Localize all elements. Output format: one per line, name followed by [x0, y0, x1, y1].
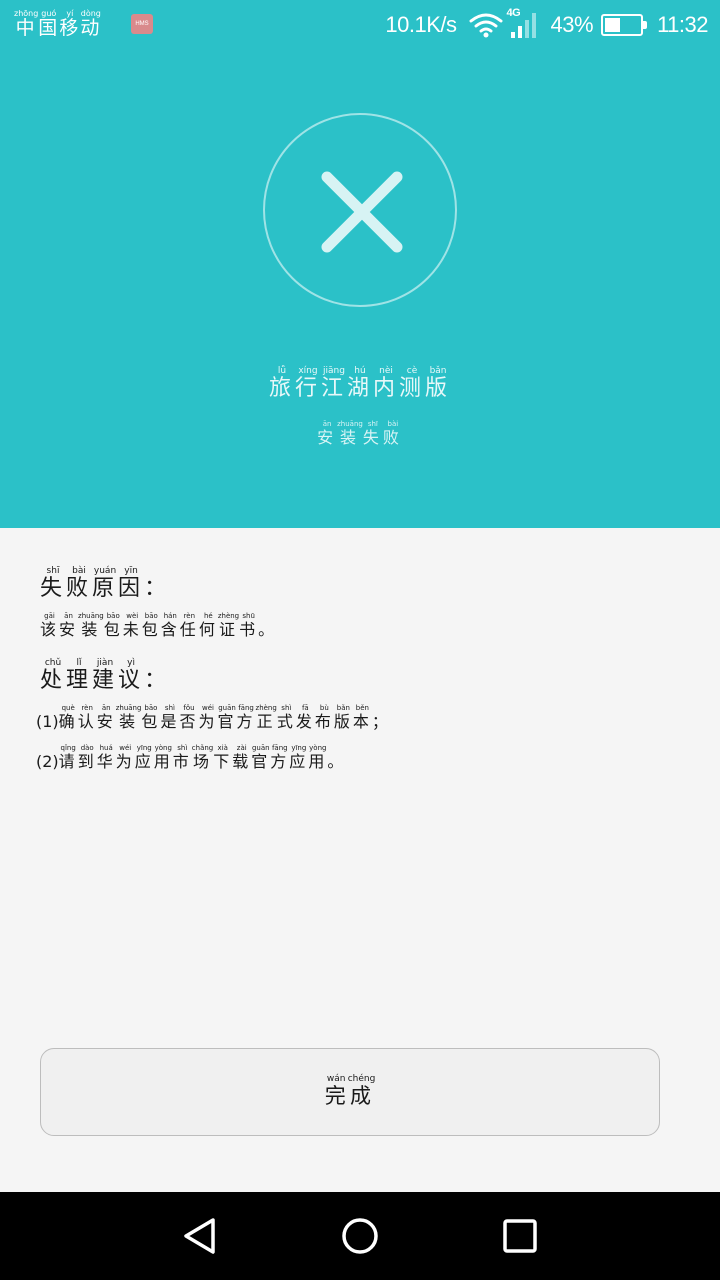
suggestion-title-colon: ： [144, 668, 171, 693]
status-bar: 中zhōng国guó移yí动dòng HMS 10.1K/s 4G 43% 11… [0, 0, 720, 52]
suggestion-item-number: (2) [36, 752, 59, 771]
carrier-name: 中zhōng国guó移yí动dòng [14, 9, 102, 40]
suggestion-item-end: ； [371, 712, 391, 731]
reason-text-body: 该gāi安ān装zhuāng包bāo未wèi包bāo含hán任rèn何hé证zh… [40, 612, 259, 639]
suggestion-title: 处chǔ理lǐ建jiàn议yì： [40, 658, 170, 694]
suggestion-item: (1)确què认rèn安ān装zhuāng包bāo是shì否fǒu为wéi官gu… [36, 704, 391, 732]
clock: 11:32 [657, 12, 708, 37]
install-status: 安ān装zhuāng失shī败bài [317, 420, 403, 447]
hms-icon: HMS [131, 14, 153, 34]
recents-icon[interactable] [498, 1214, 542, 1258]
suggestion-title-text: 处chǔ理lǐ建jiàn议yì [40, 658, 145, 693]
battery-percent: 43% [550, 12, 594, 37]
result-header: 中zhōng国guó移yí动dòng HMS 10.1K/s 4G 43% 11… [0, 0, 720, 528]
signal-icon: 4G [507, 7, 541, 40]
status-indicators: 10.1K/s 4G 43% 11:32 [385, 7, 708, 40]
home-icon[interactable] [338, 1214, 382, 1258]
battery-fill [605, 18, 620, 32]
close-icon [321, 171, 403, 253]
suggestion-item-text: 确què认rèn安ān装zhuāng包bāo是shì否fǒu为wéi官guān方… [58, 704, 372, 731]
back-icon[interactable] [178, 1214, 222, 1258]
navigation-bar [0, 1192, 720, 1280]
reason-text-end: 。 [258, 620, 278, 639]
suggestion-item: (2)请qǐng到dào华huá为wéi应yīng用yòng市shì场chǎng… [36, 744, 346, 772]
suggestion-item-number: (1) [36, 712, 59, 731]
reason-text: 该gāi安ān装zhuāng包bāo未wèi包bāo含hán任rèn何hé证zh… [40, 612, 277, 640]
suggestion-item-text: 请qǐng到dào华huá为wéi应yīng用yòng市shì场chǎng下xi… [58, 744, 328, 771]
failure-icon-circle [263, 113, 457, 307]
wifi-icon [469, 13, 503, 38]
done-button-label: 完wán成chéng [324, 1074, 376, 1108]
done-button[interactable]: 完wán成chéng [40, 1048, 660, 1136]
battery-icon [601, 14, 648, 36]
reason-title-colon: ： [144, 576, 171, 601]
carrier-text: 中zhōng国guó移yí动dòng [14, 9, 102, 39]
app-name: 旅lǚ行xíng江jiāng湖hú内nèi测cè版bǎn [268, 366, 452, 401]
suggestion-item-end: 。 [327, 752, 347, 771]
reason-title: 失shī败bài原yuán因yīn： [40, 566, 170, 602]
network-speed: 10.1K/s [385, 12, 457, 37]
reason-title-text: 失shī败bài原yuán因yīn [40, 566, 145, 601]
